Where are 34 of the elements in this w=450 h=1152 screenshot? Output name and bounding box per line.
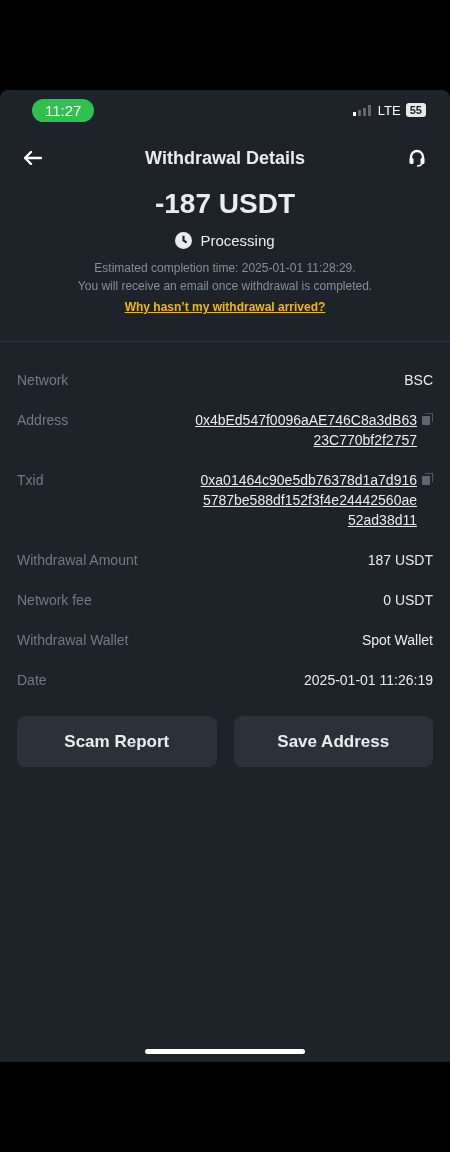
copy-icon[interactable] [422,413,433,425]
page-title: Withdrawal Details [145,147,305,169]
battery-level: 55 [405,103,426,117]
detail-label: Network [17,371,69,390]
time-pill: 11:27 [32,98,95,122]
detail-label: Address [17,411,69,430]
detail-link[interactable]: 52ad38d11 [347,510,417,530]
network-label: LTE [377,102,401,118]
copy-icon[interactable] [422,473,433,485]
note-text: Estimated completion time: 2025-01-01 11:28:29. [93,260,357,277]
detail-label: Withdrawal Wallet [17,631,129,650]
amount: -187 USDT [153,188,296,220]
detail-label: Withdrawal Amount [17,551,138,570]
detail-label: Txid [17,471,44,490]
detail-label: Date [17,671,47,690]
back-arrow-icon[interactable] [24,151,42,165]
detail-value: BSC [404,371,433,390]
note-text: You will receive an email once withdrawal is completed. [76,278,374,295]
action-button[interactable]: Scam Report [17,716,217,767]
detail-link[interactable]: 0x4bEd547f0096aAE746C8a3dB63 [195,410,417,430]
action-button[interactable]: Save Address [233,716,433,767]
detail-value: 187 USDT [367,551,433,570]
detail-link[interactable]: 0xa01464c90e5db76378d1a7d916 [200,470,417,490]
status-label: Processing [200,232,275,249]
detail-label: Network fee [17,591,92,610]
detail-value: 2025-01-01 11:26:19 [304,671,433,690]
detail-link[interactable]: 23C770bf2f2757 [313,430,417,450]
detail-link[interactable]: 5787be588df152f3f4e24442560ae [202,490,417,510]
detail-value: 0 USDT [383,591,433,610]
clock-icon [175,232,193,249]
headset-icon[interactable] [408,149,426,167]
help-link[interactable]: Why hasn’t my withdrawal arrived? [124,300,326,314]
detail-value: Spot Wallet [361,631,433,650]
signal-icon [352,104,373,116]
